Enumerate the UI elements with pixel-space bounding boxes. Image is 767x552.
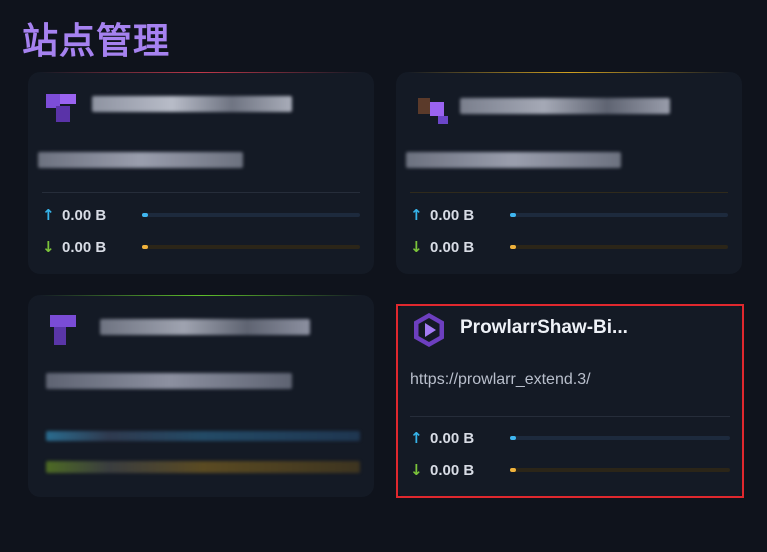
- page-title: 站点管理: [22, 21, 171, 62]
- card-divider: [42, 192, 360, 193]
- upload-row: ↑ 0.00 B: [42, 205, 360, 225]
- site-url-redacted: [406, 152, 621, 168]
- download-bar: [142, 245, 360, 249]
- download-value: 0.00 B: [62, 238, 107, 256]
- site-url-redacted: [38, 152, 243, 168]
- upload-bar: [510, 436, 730, 440]
- arrow-down-icon: ↓: [410, 461, 423, 479]
- arrow-up-icon: ↑: [410, 206, 423, 224]
- site-name-redacted: [100, 319, 310, 335]
- download-row: ↓ 0.00 B: [410, 237, 728, 257]
- download-bar: [510, 245, 728, 249]
- arrow-down-icon: ↓: [42, 238, 55, 256]
- download-row: ↓ 0.00 B: [410, 460, 730, 480]
- site-card[interactable]: ↑ 0.00 B ↓ 0.00 B: [396, 72, 742, 274]
- arrow-up-icon: ↑: [410, 429, 423, 447]
- site-card[interactable]: ↑ 0.00 B ↓ 0.00 B: [28, 72, 374, 274]
- upload-value: 0.00 B: [62, 206, 107, 224]
- download-value: 0.00 B: [430, 461, 475, 479]
- site-url[interactable]: https://prowlarr_extend.3/: [410, 371, 591, 389]
- download-row: ↓ 0.00 B: [42, 237, 360, 257]
- upload-value: 0.00 B: [430, 206, 475, 224]
- card-accent-line: [40, 295, 362, 296]
- upload-bar: [510, 213, 728, 217]
- site-name-redacted: [460, 98, 670, 114]
- arrow-down-icon: ↓: [410, 238, 423, 256]
- site-icon: [414, 90, 448, 124]
- site-card-prowlarr[interactable]: ProwlarrShaw-Bi... https://prowlarr_exte…: [396, 304, 744, 498]
- stat-row-redacted: [46, 461, 360, 473]
- card-accent-line: [408, 72, 730, 73]
- site-name-redacted: [92, 96, 292, 112]
- site-name: ProwlarrShaw-Bi...: [460, 317, 628, 338]
- site-icon: [46, 313, 80, 347]
- prowlarr-logo-icon: [412, 312, 446, 347]
- site-card[interactable]: [28, 295, 374, 497]
- download-value: 0.00 B: [430, 238, 475, 256]
- card-divider: [410, 416, 730, 417]
- card-divider: [410, 192, 728, 193]
- arrow-up-icon: ↑: [42, 206, 55, 224]
- card-accent-line: [40, 72, 362, 73]
- upload-bar: [142, 213, 360, 217]
- upload-row: ↑ 0.00 B: [410, 428, 730, 448]
- site-url-redacted: [46, 373, 292, 389]
- site-icon: [46, 90, 80, 124]
- download-bar: [510, 468, 730, 472]
- upload-value: 0.00 B: [430, 429, 475, 447]
- upload-row: ↑ 0.00 B: [410, 205, 728, 225]
- stat-row-redacted: [46, 431, 360, 441]
